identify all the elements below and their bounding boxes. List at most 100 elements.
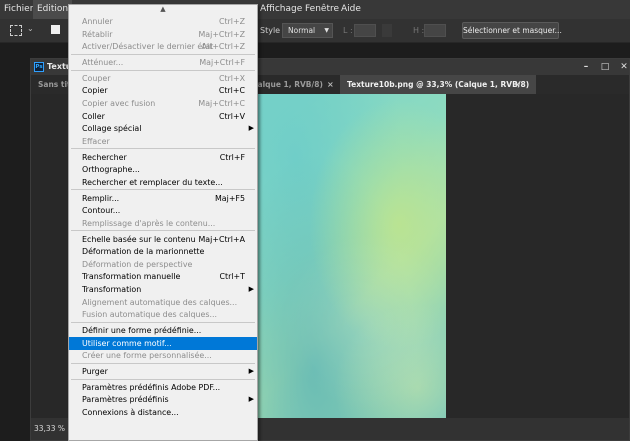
menu-separator bbox=[71, 378, 255, 380]
new-selection-icon[interactable] bbox=[51, 25, 60, 34]
menu-item[interactable]: Copier Ctrl+C bbox=[69, 84, 257, 97]
menu-item[interactable]: Utiliser comme motif... bbox=[69, 336, 257, 350]
menu-item-shortcut: Ctrl+C bbox=[218, 86, 245, 96]
menu-item-label: Annuler bbox=[82, 17, 113, 26]
menu-item-label: Déformation de la marionnette bbox=[82, 247, 205, 257]
menu-item-label: Paramètres prédéfinis Adobe PDF... bbox=[82, 382, 221, 392]
menu-item[interactable]: Alignement automatique des calques... bbox=[69, 296, 257, 309]
menu-item[interactable]: Rechercher Ctrl+F bbox=[69, 151, 257, 164]
menu-item[interactable]: Effacer bbox=[69, 135, 257, 148]
menu-separator bbox=[71, 362, 255, 364]
menu-item[interactable]: Fusion automatique des calques... bbox=[69, 308, 257, 321]
menu-fichier[interactable]: Fichier bbox=[0, 0, 37, 19]
menu-item[interactable]: Atténuer... Maj+Ctrl+F bbox=[69, 56, 257, 69]
menu-item-shortcut: Ctrl+X bbox=[218, 73, 245, 83]
menu-item-shortcut: Alt+Ctrl+Z bbox=[201, 42, 245, 52]
maximize-icon[interactable]: □ bbox=[597, 59, 613, 75]
menu-item[interactable]: Déformation de la marionnette bbox=[69, 245, 257, 258]
menu-item-label: Collage spécial bbox=[82, 124, 142, 134]
submenu-arrow-icon: ▶ bbox=[248, 367, 254, 375]
tab-partial-label[interactable]: Calque 1, RVB/8) bbox=[252, 75, 323, 94]
menu-item[interactable]: Définir une forme prédéfinie... bbox=[69, 324, 257, 337]
menu-item-label: Contour... bbox=[82, 206, 121, 216]
menu-item-label: Activer/Désactiver le dernier état bbox=[82, 42, 214, 52]
width-input[interactable] bbox=[354, 24, 376, 37]
menu-item-label: Déformation de perspective bbox=[82, 259, 193, 269]
photoshop-window: Fichier Edition Affichage Fenêtre Aide ⌄… bbox=[0, 0, 630, 441]
menu-item[interactable]: Déformation de perspective bbox=[69, 258, 257, 271]
menu-item[interactable]: Paramètres prédéfinis Adobe PDF... bbox=[69, 381, 257, 394]
menu-item[interactable]: Orthographe... bbox=[69, 163, 257, 176]
menu-item-label: Remplissage d'après le contenu... bbox=[82, 218, 216, 228]
marquee-tool-icon[interactable] bbox=[10, 25, 22, 36]
menu-item[interactable]: Remplir... Maj+F5 bbox=[69, 192, 257, 205]
menu-item[interactable]: Connexions à distance... bbox=[69, 406, 257, 419]
minimize-icon[interactable]: – bbox=[578, 59, 594, 75]
menu-item-label: Effacer bbox=[82, 136, 110, 146]
close-tab-icon[interactable]: × bbox=[514, 75, 521, 94]
submenu-arrow-icon: ▶ bbox=[248, 395, 254, 404]
menu-item[interactable]: Copier avec fusion Maj+Ctrl+C bbox=[69, 97, 257, 110]
menu-item-label: Rechercher bbox=[82, 152, 127, 162]
menu-item[interactable]: Collage spécial ▶ bbox=[69, 122, 257, 135]
menu-item-shortcut: Maj+Ctrl+Z bbox=[198, 29, 245, 39]
menu-edition[interactable]: Edition bbox=[33, 0, 73, 19]
edition-menu: ▲ Annuler Ctrl+Z Rétablir Maj+Ctrl+Z Activer… bbox=[68, 4, 258, 441]
chevron-down-icon: ▼ bbox=[324, 27, 329, 34]
menu-item[interactable]: Echelle basée sur le contenu Maj+Ctrl+A bbox=[69, 233, 257, 246]
menu-item-label: Rétablir bbox=[82, 29, 113, 39]
menu-item-label: Connexions à distance... bbox=[82, 408, 179, 417]
menu-affichage[interactable]: Affichage bbox=[256, 0, 306, 19]
menu-item-shortcut: Ctrl+Z bbox=[218, 17, 245, 26]
menu-item-shortcut: Maj+Ctrl+F bbox=[199, 58, 245, 67]
menu-item-label: Transformation bbox=[82, 285, 142, 294]
menu-item[interactable]: Coller Ctrl+V bbox=[69, 110, 257, 123]
menu-item-shortcut: Ctrl+T bbox=[219, 272, 245, 282]
texture-image[interactable] bbox=[258, 94, 446, 420]
menu-item-label: Alignement automatique des calques... bbox=[82, 297, 238, 307]
menu-item[interactable]: Remplissage d'après le contenu... bbox=[69, 217, 257, 230]
menu-item[interactable]: Rétablir Maj+Ctrl+Z bbox=[69, 28, 257, 41]
menu-item-label: Atténuer... bbox=[82, 58, 124, 67]
menu-item[interactable]: Transformation manuelle Ctrl+T bbox=[69, 270, 257, 283]
menu-item[interactable]: Annuler Ctrl+Z bbox=[69, 15, 257, 28]
scroll-up-icon[interactable]: ▲ bbox=[69, 5, 257, 14]
menu-item[interactable]: Activer/Désactiver le dernier état Alt+Ct… bbox=[69, 40, 257, 53]
zoom-level[interactable]: 33,33 % bbox=[34, 424, 65, 433]
menu-item[interactable]: Paramètres prédéfinis ▶ bbox=[69, 393, 257, 406]
menu-item-label: Purger bbox=[82, 367, 108, 376]
menu-item[interactable]: Contour... bbox=[69, 204, 257, 217]
tab-texture10b[interactable]: Texture10b.png @ 33,3% (Calque 1, RVB/8) bbox=[340, 75, 537, 94]
menu-item[interactable]: Transformation ▶ bbox=[69, 283, 257, 296]
menu-item-shortcut: Maj+Ctrl+A bbox=[198, 234, 246, 244]
style-select[interactable]: Normal ▼ bbox=[282, 23, 333, 38]
menu-separator bbox=[71, 189, 255, 191]
menu-item-label: Copier bbox=[82, 86, 108, 96]
menu-item-label: Couper bbox=[82, 73, 111, 83]
menu-item-label: Utiliser comme motif... bbox=[82, 338, 172, 348]
menu-aide[interactable]: Aide bbox=[337, 0, 365, 19]
chevron-down-icon[interactable]: ⌄ bbox=[27, 24, 34, 33]
menu-item-label: Rechercher et remplacer du texte... bbox=[82, 177, 223, 187]
menu-item[interactable]: Créer une forme personnalisée... bbox=[69, 349, 257, 362]
menu-separator bbox=[71, 321, 255, 323]
height-label: H : bbox=[413, 26, 425, 35]
menu-item-label: Définir une forme prédéfinie... bbox=[82, 326, 202, 335]
menu-item[interactable]: Rechercher et remplacer du texte... bbox=[69, 176, 257, 189]
menu-item-label: Coller bbox=[82, 111, 105, 121]
menu-item-shortcut: Maj+F5 bbox=[214, 193, 245, 203]
menu-item[interactable]: Couper Ctrl+X bbox=[69, 72, 257, 85]
submenu-arrow-icon: ▶ bbox=[248, 124, 254, 133]
height-input[interactable] bbox=[424, 24, 446, 37]
menu-item-shortcut: Maj+Ctrl+C bbox=[198, 99, 245, 108]
close-window-icon[interactable]: ✕ bbox=[616, 59, 630, 75]
menu-item-label: Remplir... bbox=[82, 193, 120, 203]
width-label: L : bbox=[343, 26, 353, 35]
menu-item[interactable]: Purger ▶ bbox=[69, 365, 257, 378]
close-tab-icon[interactable]: × bbox=[327, 75, 334, 94]
menu-separator bbox=[71, 230, 255, 232]
swap-icon[interactable] bbox=[382, 24, 392, 37]
photoshop-logo-icon: Ps bbox=[34, 62, 44, 72]
select-and-mask-button[interactable]: Sélectionner et masquer... bbox=[462, 22, 562, 39]
menu-item-shortcut: Ctrl+F bbox=[219, 152, 245, 162]
